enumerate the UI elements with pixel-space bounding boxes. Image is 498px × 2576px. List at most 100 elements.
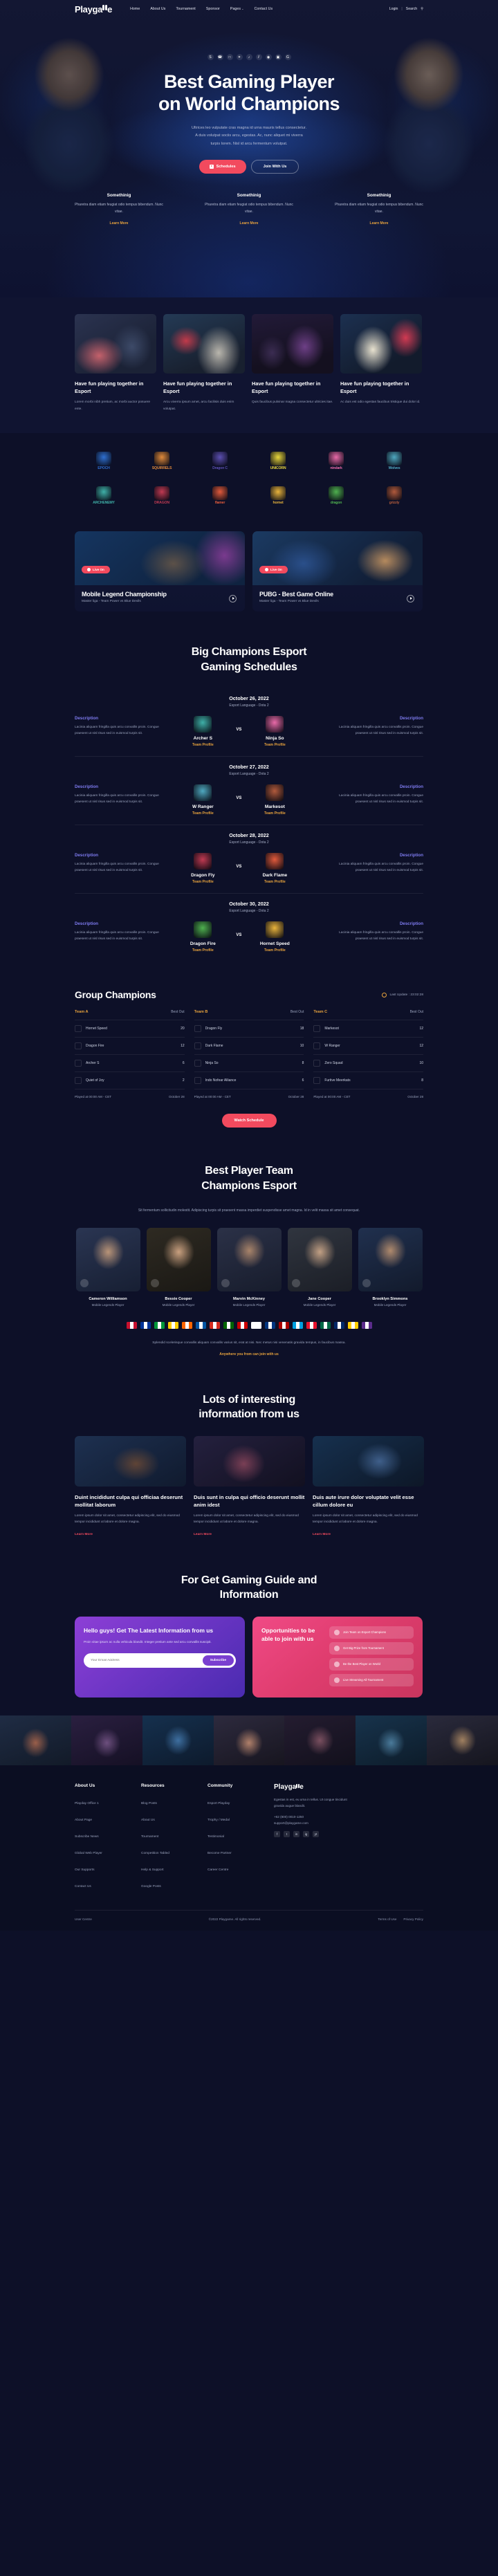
home-team[interactable]: Dragon Fly Team Profile xyxy=(183,853,222,884)
nav-item-home[interactable]: Home xyxy=(130,7,140,11)
nav-item-sponsor[interactable]: Sponsor xyxy=(206,7,220,11)
team-logo[interactable]: grizzly xyxy=(381,481,407,505)
home-team[interactable]: Archer S Team Profile xyxy=(183,716,222,747)
player-card[interactable]: Jane Cooper Mobile Legends Player xyxy=(287,1228,352,1307)
team-profile-link[interactable]: Team Profile xyxy=(255,811,294,816)
social-icon-tiktok[interactable]: ♪ xyxy=(246,54,252,60)
schedules-button[interactable]: Schedules xyxy=(199,159,246,174)
social-icon-whatsapp[interactable]: ☎ xyxy=(216,54,223,60)
social-icon-twitch[interactable]: □ xyxy=(226,54,233,60)
player-card[interactable]: Cameron Williamson Mobile Legends Player xyxy=(75,1228,140,1307)
feature-card[interactable]: Have fun playing together in Esport Arcu… xyxy=(163,314,245,412)
social-icon-linkedin[interactable]: in xyxy=(293,1830,299,1837)
footer-link[interactable]: Tournament xyxy=(141,1835,158,1839)
footer-phone[interactable]: +62 (800) 0010-1250 xyxy=(274,1815,357,1819)
away-team[interactable]: Markesot Team Profile xyxy=(255,784,294,816)
team-profile-link[interactable]: Team Profile xyxy=(183,811,222,816)
blog-post-link[interactable]: Learn More xyxy=(75,1533,93,1536)
email-input[interactable] xyxy=(91,1659,203,1663)
social-icon-discord[interactable]: ⫽ xyxy=(255,54,262,60)
team-profile-link[interactable]: Team Profile xyxy=(183,743,222,747)
team-logo[interactable]: dragon xyxy=(323,481,349,505)
blog-post[interactable]: Duis sunt in culpa qui officio deserunt … xyxy=(194,1436,305,1538)
team-logo[interactable]: flamer xyxy=(207,481,233,505)
feature-card[interactable]: Have fun playing together in Esport Quis… xyxy=(252,314,333,412)
team-logo[interactable]: UNICORN xyxy=(265,447,291,470)
social-icon-google[interactable]: G xyxy=(284,54,291,60)
table-row[interactable]: Indo Nofear Alliance 6 xyxy=(194,1071,304,1089)
team-profile-link[interactable]: Team Profile xyxy=(183,948,222,953)
team-logo[interactable]: hornet xyxy=(265,481,291,505)
player-card[interactable]: Brooklyn Simmons Mobile Legends Player xyxy=(358,1228,423,1307)
footer-link[interactable]: Blog Posts xyxy=(141,1802,157,1805)
footer-link[interactable]: Competition Tabled xyxy=(141,1852,169,1855)
footer-link[interactable]: Subscribe News xyxy=(75,1835,99,1839)
social-icon-instagram[interactable]: ▣ xyxy=(275,54,282,60)
away-team[interactable]: Hornet Speed Team Profile xyxy=(255,921,294,953)
home-team[interactable]: Dragon Fire Team Profile xyxy=(183,921,222,953)
table-row[interactable]: Furtive Meerkats 8 xyxy=(313,1071,424,1089)
nav-item-about[interactable]: About Us xyxy=(150,7,165,11)
social-icon-instagram[interactable]: ig xyxy=(303,1830,309,1837)
search-link[interactable]: Search xyxy=(406,7,417,11)
hero-feature-link[interactable]: Learn More xyxy=(370,221,389,226)
team-logo[interactable]: DRAGON xyxy=(149,481,175,505)
player-card[interactable]: Bessie Cooper Mobile Legends Player xyxy=(146,1228,211,1307)
team-logo[interactable]: EPOCH xyxy=(91,447,117,470)
footer-link[interactable]: Career Centre xyxy=(208,1868,228,1872)
featured-game-card[interactable]: Live On PUBG - Best Game Online Master l… xyxy=(252,531,423,611)
footer-user-centre[interactable]: User Centre xyxy=(75,1917,92,1921)
footer-email[interactable]: support@playgame.com xyxy=(274,1821,357,1825)
nav-item-pages[interactable]: Pages⌄ xyxy=(230,7,244,11)
social-icon-facebook[interactable]: f xyxy=(274,1830,280,1837)
table-row[interactable]: Markesot 12 xyxy=(313,1020,424,1037)
team-logo[interactable]: SQUIRRELS xyxy=(149,447,175,470)
team-logo[interactable]: Dragon C xyxy=(207,447,233,470)
nav-item-tournament[interactable]: Tournament xyxy=(176,7,195,11)
social-icon-skype[interactable]: S xyxy=(207,54,214,60)
table-row[interactable]: Dragon Fire 12 xyxy=(75,1037,185,1054)
away-team[interactable]: Ninja So Team Profile xyxy=(255,716,294,747)
team-logo[interactable]: Wolves xyxy=(381,447,407,470)
table-row[interactable]: Zero Squad 10 xyxy=(313,1054,424,1071)
hero-feature-link[interactable]: Learn More xyxy=(240,221,259,226)
team-profile-link[interactable]: Team Profile xyxy=(255,743,294,747)
footer-link[interactable]: Esport Playday xyxy=(208,1802,230,1805)
hero-feature-link[interactable]: Learn More xyxy=(110,221,129,226)
table-row[interactable]: W Ranger 12 xyxy=(313,1037,424,1054)
team-profile-link[interactable]: Team Profile xyxy=(255,948,294,953)
home-team[interactable]: W Ranger Team Profile xyxy=(183,784,222,816)
footer-link[interactable]: Testimonial xyxy=(208,1835,224,1839)
footer-link[interactable]: Trophy / Medal xyxy=(208,1819,230,1822)
play-icon[interactable] xyxy=(407,594,414,602)
blog-post[interactable]: Duis aute irure dolor voluptate velit es… xyxy=(313,1436,424,1538)
team-profile-link[interactable]: Team Profile xyxy=(183,880,222,884)
table-row[interactable]: Dark Flame 10 xyxy=(194,1037,304,1054)
feature-card[interactable]: Have fun playing together in Esport Lore… xyxy=(75,314,156,412)
social-icon-twitter[interactable]: t xyxy=(284,1830,290,1837)
search-icon[interactable]: ⚲ xyxy=(421,7,423,11)
blog-post-link[interactable]: Learn More xyxy=(194,1533,212,1536)
footer-link[interactable]: Global Web Player xyxy=(75,1852,102,1855)
social-icon-youtube[interactable]: yt xyxy=(313,1830,319,1837)
blog-post[interactable]: Duint incididunt culpa qui officiaa dese… xyxy=(75,1436,186,1538)
team-logo[interactable]: ARCHENEMY xyxy=(91,481,117,505)
subscribe-button[interactable]: Subscribe xyxy=(202,1655,234,1666)
social-icon-steam[interactable]: ✶ xyxy=(236,54,243,60)
footer-link[interactable]: Contact Us xyxy=(75,1885,91,1888)
team-logo[interactable]: nindark xyxy=(323,447,349,470)
footer-brand-logo[interactable]: Playga e xyxy=(274,1783,357,1791)
footer-link[interactable]: About Us xyxy=(141,1819,155,1822)
blog-post-link[interactable]: Learn More xyxy=(313,1533,331,1536)
footer-terms-link[interactable]: Terms of Use xyxy=(378,1917,396,1921)
table-row[interactable]: Hornet Speed 20 xyxy=(75,1020,185,1037)
table-row[interactable]: Archer S 6 xyxy=(75,1054,185,1071)
join-with-us-button[interactable]: Join With Us xyxy=(250,159,299,174)
player-card[interactable]: Marvin McKinney Mobile Legends Player xyxy=(216,1228,282,1307)
social-icon-messenger[interactable]: ◉ xyxy=(265,54,272,60)
footer-link[interactable]: Our Supports xyxy=(75,1868,95,1872)
featured-game-card[interactable]: Live On Mobile Legend Championship Maste… xyxy=(75,531,245,611)
footer-link[interactable]: Playday Office 1 xyxy=(75,1802,99,1805)
play-icon[interactable] xyxy=(229,594,237,602)
nav-item-contact[interactable]: Contact Us xyxy=(255,7,273,11)
